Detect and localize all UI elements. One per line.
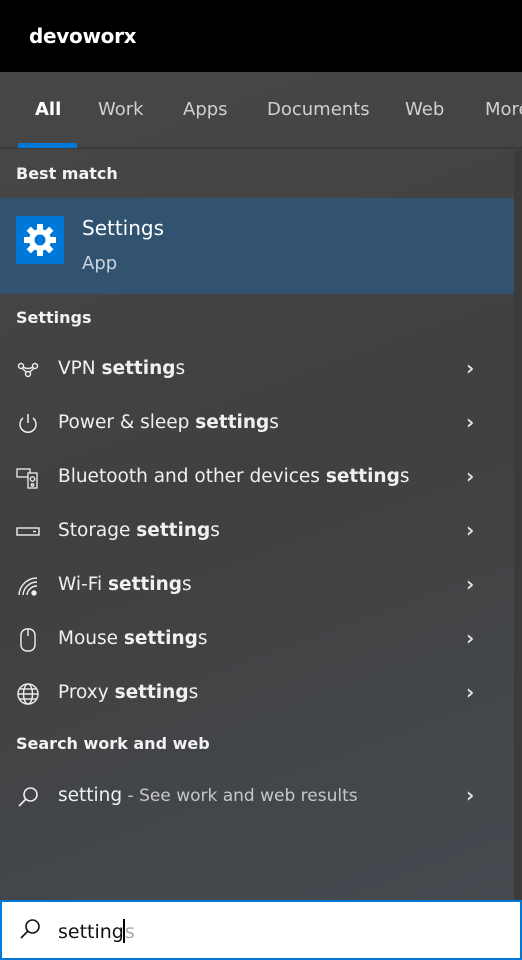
result-label: VPN settings (58, 358, 186, 379)
web-hint: - See work and web results (122, 786, 358, 806)
chevron-right-icon[interactable]: › (466, 572, 474, 596)
chevron-right-icon[interactable]: › (466, 464, 474, 488)
header: devoworx (0, 0, 522, 72)
search-autocomplete: s (124, 921, 135, 943)
tab-more[interactable]: More (485, 99, 522, 120)
header-title: devoworx (29, 24, 137, 48)
globe-icon (15, 681, 41, 707)
result-label: Mouse settings (58, 628, 208, 649)
tab-bar: All Work Apps Documents Web More (0, 72, 522, 149)
mouse-icon (15, 627, 41, 653)
wifi-icon (15, 573, 41, 599)
result-label: Wi-Fi settings (58, 574, 192, 595)
best-match-heading: Best match (16, 164, 118, 183)
web-search-result[interactable]: setting - See work and web results › (0, 770, 514, 824)
chevron-right-icon[interactable]: › (466, 783, 474, 807)
tab-all[interactable]: All (35, 99, 61, 120)
settings-result-vpn[interactable]: VPN settings › (0, 343, 514, 397)
search-icon (18, 917, 42, 945)
search-icon (15, 784, 41, 810)
tab-documents[interactable]: Documents (267, 99, 370, 120)
settings-result-devices[interactable]: Bluetooth and other devices settings › (0, 451, 514, 505)
settings-heading: Settings (16, 308, 92, 327)
power-icon (15, 411, 41, 437)
tab-web[interactable]: Web (405, 99, 444, 120)
vpn-icon (15, 357, 41, 383)
settings-result-power[interactable]: Power & sleep settings › (0, 397, 514, 451)
chevron-right-icon[interactable]: › (466, 626, 474, 650)
active-tab-indicator (18, 143, 77, 148)
tab-apps[interactable]: Apps (183, 99, 228, 120)
web-query: setting (58, 785, 123, 806)
storage-icon (15, 519, 41, 545)
gear-icon (16, 216, 64, 264)
chevron-right-icon[interactable]: › (466, 680, 474, 704)
web-heading: Search work and web (16, 734, 210, 753)
result-label: Bluetooth and other devices settings (58, 466, 410, 487)
search-typed-text: setting (58, 921, 124, 943)
scrollbar[interactable] (514, 150, 522, 900)
devices-icon (15, 465, 41, 491)
settings-result-mouse[interactable]: Mouse settings › (0, 613, 514, 667)
result-label: Storage settings (58, 520, 220, 541)
best-match-settings-app[interactable]: Settings App (0, 198, 514, 294)
chevron-right-icon[interactable]: › (466, 410, 474, 434)
settings-result-globe[interactable]: Proxy settings › (0, 667, 514, 721)
settings-result-storage[interactable]: Storage settings › (0, 505, 514, 559)
app-name: Settings (82, 216, 165, 240)
chevron-right-icon[interactable]: › (466, 356, 474, 380)
result-label: Proxy settings (58, 682, 199, 703)
settings-result-wifi[interactable]: Wi-Fi settings › (0, 559, 514, 613)
search-input[interactable]: settings (0, 900, 522, 960)
result-label: Power & sleep settings (58, 412, 279, 433)
app-type: App (82, 253, 118, 274)
chevron-right-icon[interactable]: › (466, 518, 474, 542)
tab-work[interactable]: Work (98, 99, 144, 120)
